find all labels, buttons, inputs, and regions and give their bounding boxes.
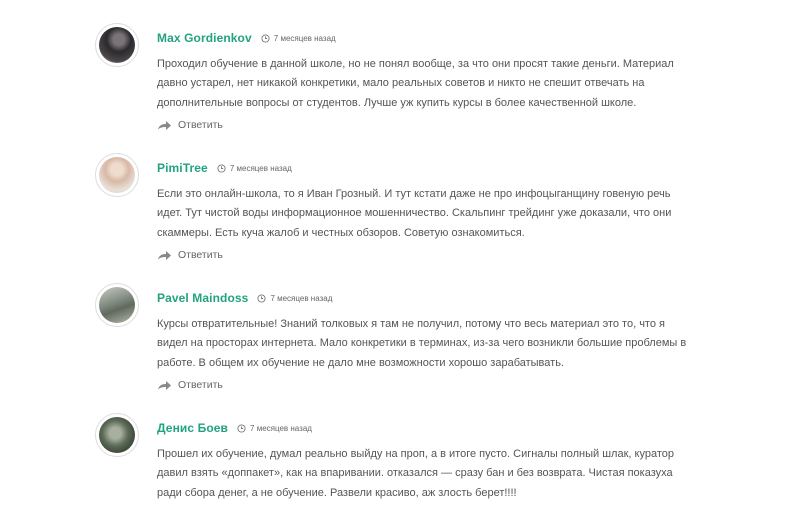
avatar[interactable] — [95, 413, 139, 457]
comment-text: Проходил обучение в данной школе, но не … — [157, 58, 674, 109]
comment-header: Max Gordienkov 7 месяцев назад — [157, 31, 336, 45]
comment-time[interactable]: 7 месяцев назад — [274, 34, 336, 43]
reply-label: Ответить — [178, 249, 223, 261]
avatar[interactable] — [95, 153, 139, 197]
reply-arrow-icon — [158, 250, 171, 260]
comment-header: Pavel Maindoss 7 месяцев назад — [157, 291, 332, 305]
comment-author[interactable]: Денис Боев — [157, 421, 228, 435]
comment-text: Прошел их обучение, думал реально выйду … — [157, 448, 674, 499]
reply-button[interactable]: Ответить — [157, 119, 223, 131]
reply-arrow-icon — [158, 120, 171, 130]
clock-icon — [257, 293, 266, 303]
clock-icon — [217, 163, 226, 173]
comments-list: Max Gordienkov 7 месяцев назад Проходил … — [0, 0, 805, 510]
reply-button[interactable]: Ответить — [157, 249, 223, 261]
comment-header: PimiTree 7 месяцев назад — [157, 161, 292, 175]
reply-arrow-icon — [158, 380, 171, 390]
reply-label: Ответить — [178, 379, 223, 391]
comment-time[interactable]: 7 месяцев назад — [250, 424, 312, 433]
comment-time[interactable]: 7 месяцев назад — [270, 294, 332, 303]
clock-icon — [261, 33, 270, 43]
comment-text: Если это онлайн-школа, то я Иван Грозный… — [157, 188, 672, 239]
comment-author[interactable]: Max Gordienkov — [157, 31, 252, 45]
comment-author[interactable]: PimiTree — [157, 161, 208, 175]
comment-author[interactable]: Pavel Maindoss — [157, 291, 248, 305]
comment-text: Курсы отвратительные! Знаний толковых я … — [157, 318, 687, 369]
reply-button[interactable]: Ответить — [157, 379, 223, 391]
comment-time[interactable]: 7 месяцев назад — [230, 164, 292, 173]
avatar[interactable] — [95, 23, 139, 67]
avatar[interactable] — [95, 283, 139, 327]
comment-header: Денис Боев 7 месяцев назад — [157, 421, 312, 435]
reply-label: Ответить — [178, 119, 223, 131]
clock-icon — [237, 423, 246, 433]
